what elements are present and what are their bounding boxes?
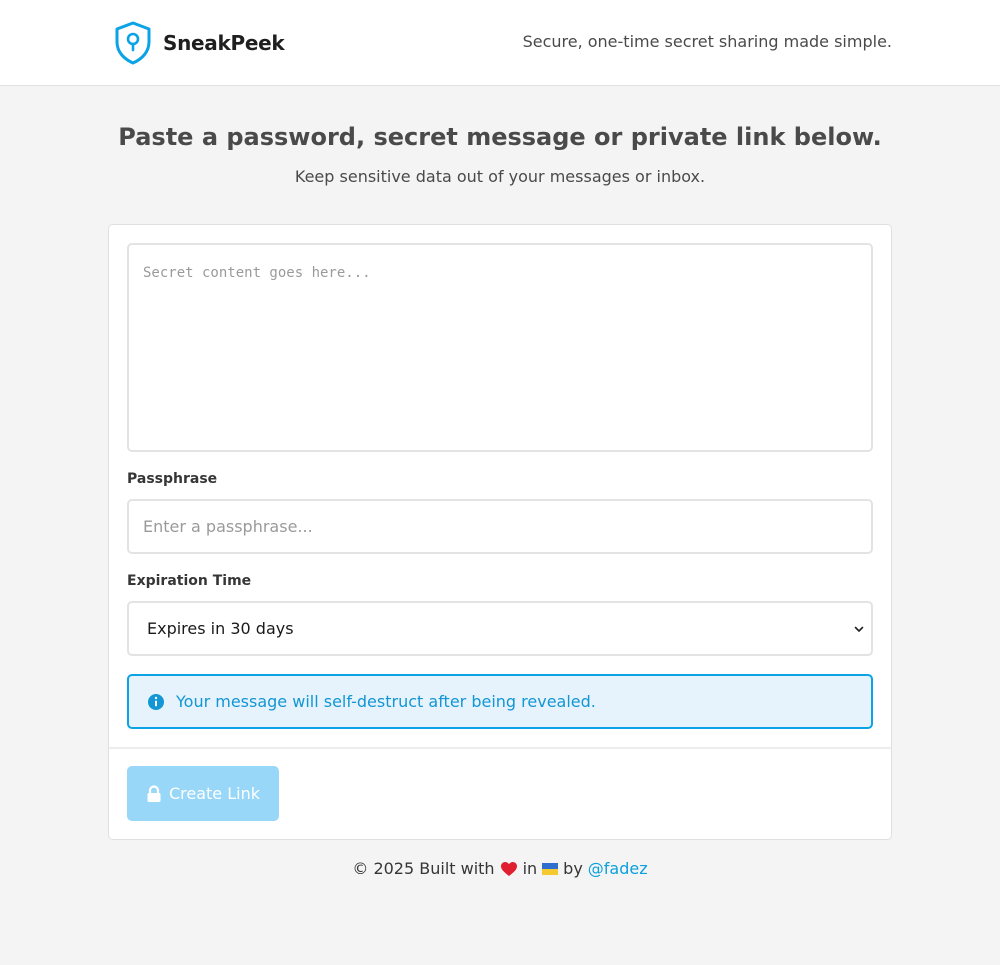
notice-text: Your message will self-destruct after be… xyxy=(176,692,596,711)
self-destruct-notice: Your message will self-destruct after be… xyxy=(127,674,873,729)
brand-logo-link[interactable]: SneakPeek xyxy=(113,21,285,65)
page-subtitle: Keep sensitive data out of your messages… xyxy=(294,167,706,186)
author-link[interactable]: @fadez xyxy=(588,859,648,878)
footer-copyright: © 2025 Built with xyxy=(352,859,495,878)
brand-name: SneakPeek xyxy=(163,31,285,55)
card-divider xyxy=(109,747,891,749)
secret-form-card: Secret content goes here... Passphrase E… xyxy=(108,224,892,840)
create-link-label: Create Link xyxy=(168,784,260,803)
ukraine-flag-icon xyxy=(542,862,559,875)
expiration-selected-value: Expires in 30 days xyxy=(147,619,294,638)
page-footer: © 2025 Built with in by @fadez xyxy=(0,859,1000,878)
secret-content-textarea[interactable]: Secret content goes here... xyxy=(127,243,873,452)
heart-icon xyxy=(500,861,517,876)
lock-icon xyxy=(147,784,161,802)
footer-by-text: by xyxy=(563,859,583,878)
expiration-time-label: Expiration Time xyxy=(127,573,252,589)
info-circle-icon xyxy=(148,693,164,710)
top-bar: SneakPeek Secure, one-time secret sharin… xyxy=(0,0,1000,86)
header-tagline: Secure, one-time secret sharing made sim… xyxy=(522,32,892,51)
create-link-button[interactable]: Create Link xyxy=(127,766,279,821)
passphrase-label: Passphrase xyxy=(127,471,218,487)
secret-content-placeholder: Secret content goes here... xyxy=(143,265,371,281)
expiration-time-select[interactable]: Expires in 30 days xyxy=(127,601,873,656)
passphrase-placeholder: Enter a passphrase... xyxy=(143,517,313,536)
page-title: Paste a password, secret message or priv… xyxy=(118,123,882,151)
passphrase-input[interactable]: Enter a passphrase... xyxy=(127,499,873,554)
chevron-down-icon xyxy=(854,626,864,632)
footer-in-text: in xyxy=(522,859,538,878)
shield-keyhole-icon xyxy=(115,21,151,65)
